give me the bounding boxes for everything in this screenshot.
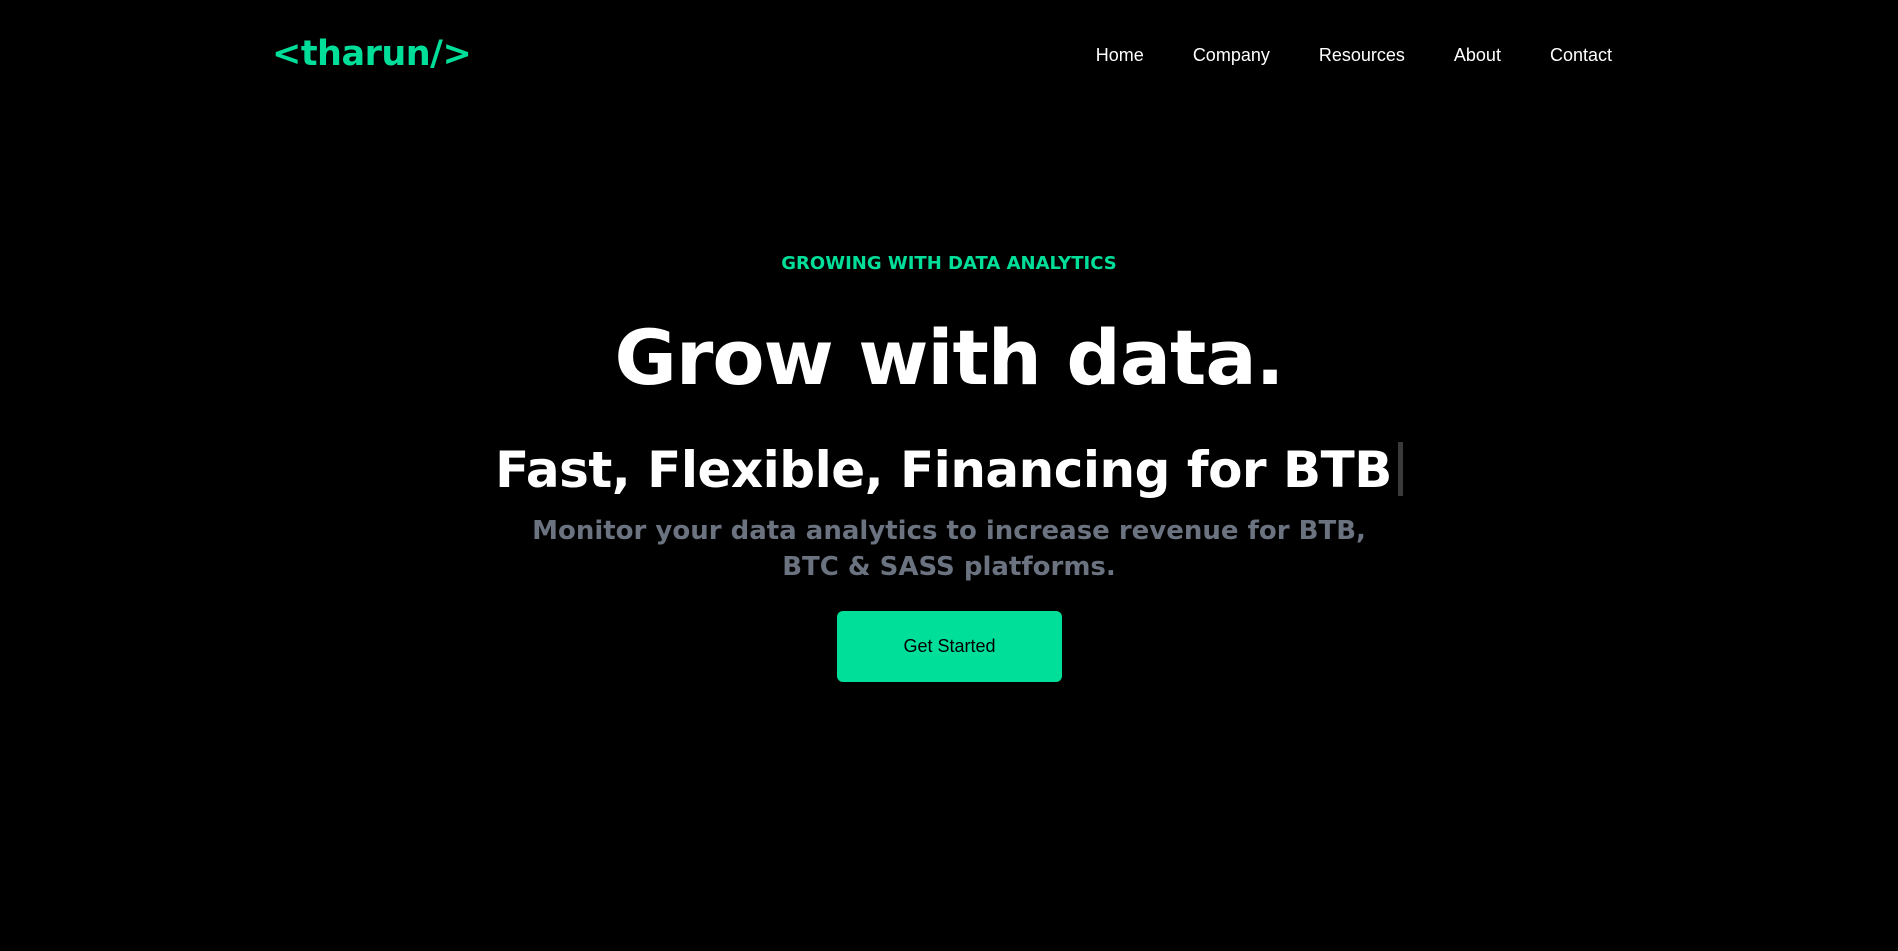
typed-word: BTB	[1283, 441, 1392, 499]
site-logo[interactable]: <tharun/>	[272, 32, 472, 76]
hero-headline: Grow with data.	[614, 313, 1284, 402]
get-started-button[interactable]: Get Started	[837, 611, 1062, 682]
nav-menu: Home Company Resources About Contact	[1096, 40, 1612, 70]
landing-page: <tharun/> Home Company Resources About C…	[0, 0, 1898, 951]
nav-item-contact[interactable]: Contact	[1501, 40, 1612, 70]
nav-item-home[interactable]: Home	[1096, 40, 1144, 70]
hero-subtext: Monitor your data analytics to increase …	[532, 516, 1366, 582]
nav-item-company[interactable]: Company	[1144, 40, 1270, 70]
nav-item-about[interactable]: About	[1405, 40, 1501, 70]
typed-prefix: Fast, Flexible, Financing for	[495, 441, 1267, 499]
nav-item-resources[interactable]: Resources	[1270, 40, 1405, 70]
typed-tagline: Fast, Flexible, Financing for BTB	[0, 438, 1898, 502]
navbar: <tharun/> Home Company Resources About C…	[0, 0, 1898, 110]
hero-eyebrow: GROWING WITH DATA ANALYTICS	[781, 253, 1117, 274]
typing-cursor	[1397, 442, 1403, 496]
